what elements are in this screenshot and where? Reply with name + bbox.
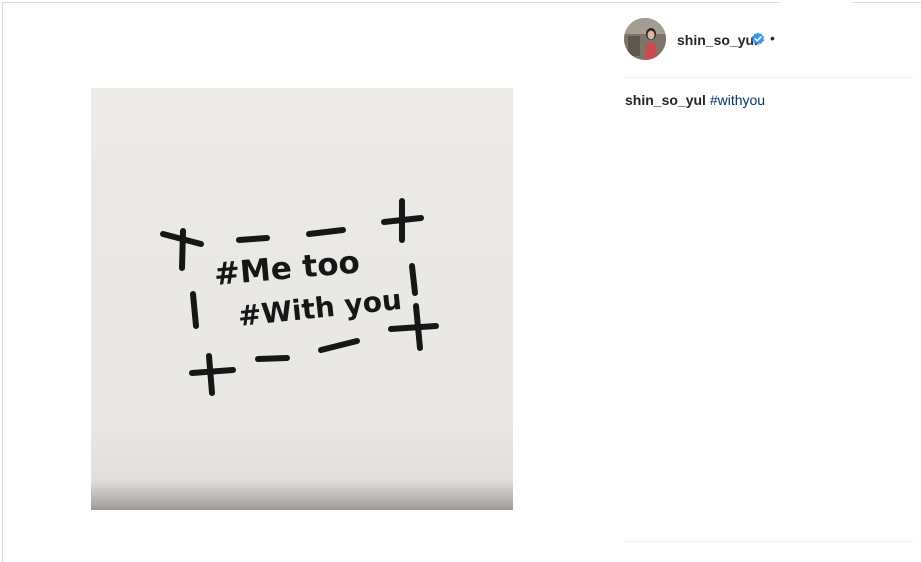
caption-username[interactable]: shin_so_yul — [625, 92, 706, 108]
author-username[interactable]: shin_so_yul — [677, 32, 758, 48]
post-header: shin_so_yul • — [624, 3, 914, 78]
comments-divider — [624, 541, 914, 542]
caption-hashtag-link[interactable]: #withyou — [710, 92, 765, 108]
avatar-image — [624, 18, 666, 60]
post-sidebar: shin_so_yul • shin_so_yul #withyou — [624, 3, 921, 559]
header-separator-dot: • — [770, 30, 775, 46]
verified-badge-icon — [751, 32, 765, 45]
post-image[interactable]: #Me too #With you — [91, 88, 513, 510]
avatar[interactable] — [624, 18, 666, 60]
post-caption: shin_so_yul #withyou — [625, 92, 765, 108]
